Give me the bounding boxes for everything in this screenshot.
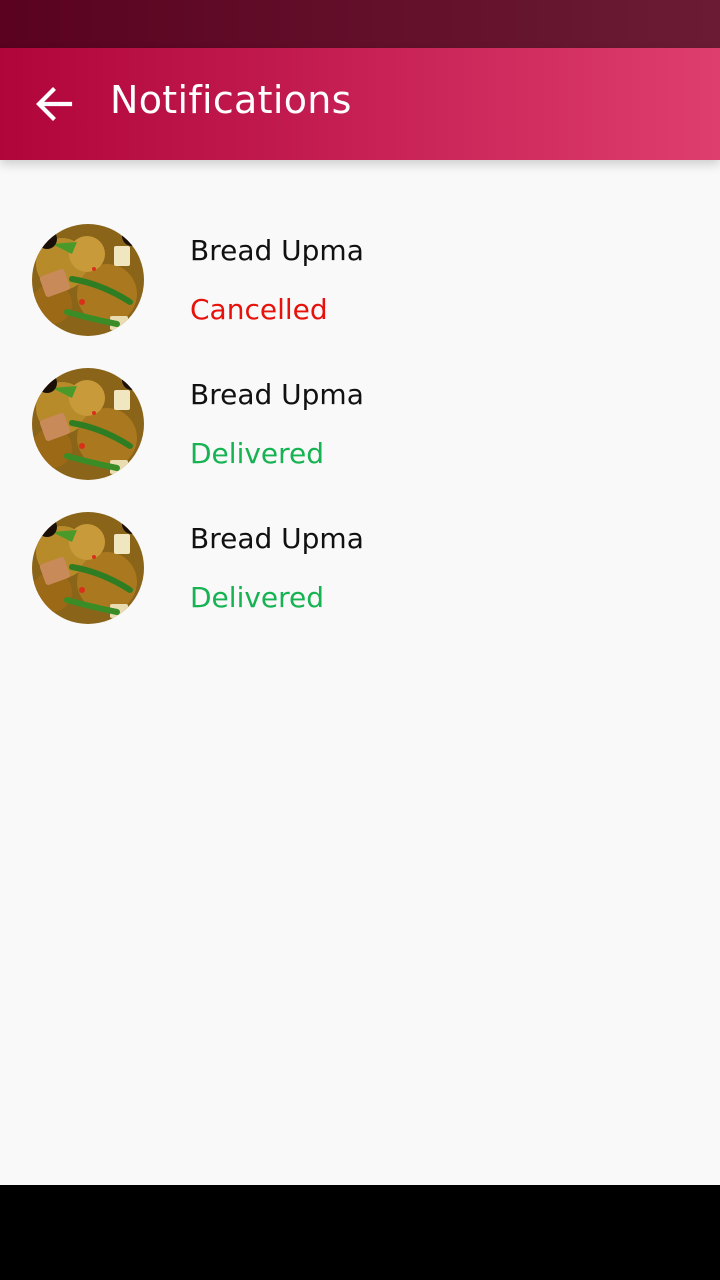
notification-status: Delivered <box>190 437 325 470</box>
notifications-content: Bread Upma Cancelled Bread Upma Delivere… <box>0 160 720 1185</box>
food-thumbnail <box>32 224 144 336</box>
arrow-left-icon <box>36 87 73 121</box>
back-button[interactable] <box>22 72 86 136</box>
notification-title: Bread Upma <box>190 378 364 411</box>
notification-item[interactable]: Bread Upma Delivered <box>0 368 720 512</box>
notification-status: Cancelled <box>190 293 328 326</box>
notification-item[interactable]: Bread Upma Delivered <box>0 512 720 656</box>
notification-title: Bread Upma <box>190 234 364 267</box>
navigation-bar <box>0 1185 720 1280</box>
app-bar: Notifications <box>0 48 720 160</box>
notification-title: Bread Upma <box>190 522 364 555</box>
food-thumbnail <box>32 368 144 480</box>
page-title: Notifications <box>110 78 352 122</box>
notification-item[interactable]: Bread Upma Cancelled <box>0 224 720 368</box>
status-bar <box>0 0 720 48</box>
food-thumbnail <box>32 512 144 624</box>
notification-status: Delivered <box>190 581 325 614</box>
notification-list: Bread Upma Cancelled Bread Upma Delivere… <box>0 224 720 656</box>
